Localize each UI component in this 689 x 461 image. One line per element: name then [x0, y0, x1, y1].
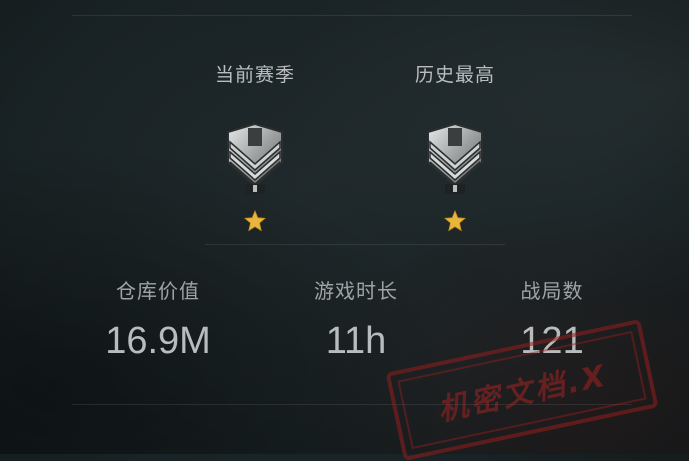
rank-star-icon — [243, 209, 267, 232]
best-rank[interactable]: 历史最高 — [375, 60, 535, 232]
stat-label: 战局数 — [520, 279, 584, 303]
stat-value: 11h — [325, 320, 387, 362]
stat-play-time: 游戏时长 11h — [256, 275, 456, 363]
stat-label: 游戏时长 — [314, 279, 398, 303]
stat-label: 仓库价值 — [116, 279, 200, 303]
middle-divider — [205, 244, 505, 245]
stat-warehouse-value: 仓库价值 16.9M — [58, 275, 258, 363]
stat-value: 16.9M — [105, 320, 211, 362]
rank-badge-icon — [420, 122, 490, 198]
best-rank-title: 历史最高 — [414, 64, 495, 86]
top-divider — [72, 15, 632, 16]
current-season-rank[interactable]: 当前赛季 — [175, 60, 335, 232]
rank-badge-icon — [220, 122, 290, 198]
current-season-title: 当前赛季 — [214, 64, 295, 86]
rank-star-icon — [443, 209, 467, 232]
